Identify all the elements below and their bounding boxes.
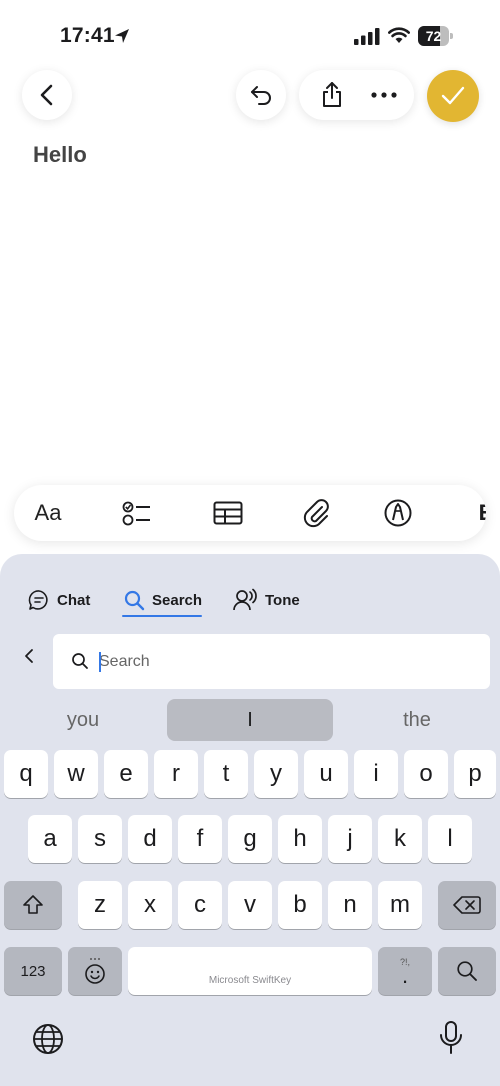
key-t[interactable]: t (204, 750, 248, 798)
search-icon (72, 653, 88, 669)
key-r[interactable]: r (154, 750, 198, 798)
actions-pill (299, 70, 414, 120)
key-g[interactable]: g (228, 815, 272, 863)
globe-icon[interactable] (31, 1022, 65, 1056)
key-w[interactable]: w (54, 750, 98, 798)
battery-indicator: 72 (418, 26, 453, 46)
key-i[interactable]: i (354, 750, 398, 798)
table-button[interactable] (206, 493, 250, 533)
status-bar: 17:41 72 (0, 0, 500, 72)
key-d[interactable]: d (128, 815, 172, 863)
backspace-icon (453, 896, 481, 914)
numbers-key[interactable]: 123 (4, 947, 62, 995)
text-style-button[interactable]: Aa (26, 493, 70, 533)
tab-search-label: Search (152, 591, 203, 609)
text-caret (99, 652, 101, 672)
key-o[interactable]: o (404, 750, 448, 798)
punctuation-key[interactable]: ?!, . (378, 947, 432, 995)
microphone-icon[interactable] (438, 1020, 464, 1056)
markup-button[interactable] (376, 493, 420, 533)
tab-chat[interactable]: Chat (28, 582, 90, 618)
emoji-icon (85, 958, 105, 984)
chat-bubble-icon (28, 590, 48, 610)
checklist-icon (122, 501, 150, 526)
key-n[interactable]: n (328, 881, 372, 929)
search-key[interactable] (438, 947, 496, 995)
key-c[interactable]: c (178, 881, 222, 929)
keyboard: Chat Search Tone you I the q w e r t (0, 554, 500, 1086)
key-u[interactable]: u (304, 750, 348, 798)
key-q[interactable]: q (4, 750, 48, 798)
shift-icon (23, 895, 43, 914)
undo-button[interactable] (236, 70, 286, 120)
key-v[interactable]: v (228, 881, 272, 929)
tab-chat-label: Chat (57, 591, 91, 609)
key-z[interactable]: z (78, 881, 122, 929)
search-icon (124, 590, 145, 610)
back-button[interactable] (22, 70, 72, 120)
battery-percent: 72 (425, 28, 442, 44)
key-j[interactable]: j (328, 815, 372, 863)
key-f[interactable]: f (178, 815, 222, 863)
cellular-signal-icon (354, 28, 380, 45)
undo-icon (251, 86, 271, 105)
key-l[interactable]: l (428, 815, 472, 863)
suggestion-2[interactable]: I (167, 699, 333, 741)
location-arrow-icon (115, 29, 129, 43)
status-time: 17:41 (60, 24, 115, 47)
formatting-toolbar: Aa E (14, 485, 486, 541)
backspace-key[interactable] (438, 881, 496, 929)
key-b[interactable]: b (278, 881, 322, 929)
share-button[interactable] (309, 70, 355, 120)
done-button[interactable] (427, 70, 479, 122)
space-key-label: Microsoft SwiftKey (208, 974, 292, 986)
search-input[interactable] (99, 634, 469, 689)
chevron-left-icon (40, 84, 53, 106)
search-box[interactable] (53, 634, 490, 689)
attach-button[interactable] (294, 493, 338, 533)
note-title[interactable]: Hello (33, 142, 87, 168)
markup-pen-icon (384, 499, 412, 527)
key-h[interactable]: h (278, 815, 322, 863)
space-key[interactable]: Microsoft SwiftKey (128, 947, 372, 995)
format-more-button[interactable]: E (464, 493, 486, 533)
key-m[interactable]: m (378, 881, 422, 929)
more-button[interactable] (361, 70, 407, 120)
paperclip-icon (303, 499, 329, 528)
tab-tone[interactable]: Tone (232, 582, 300, 618)
checklist-button[interactable] (115, 493, 159, 533)
share-icon (323, 82, 341, 107)
suggestion-3[interactable]: the (334, 699, 500, 741)
key-e[interactable]: e (104, 750, 148, 798)
shift-key[interactable] (4, 881, 62, 929)
tone-icon (233, 588, 257, 611)
emoji-key[interactable] (68, 947, 122, 995)
tab-search[interactable]: Search (124, 582, 202, 618)
key-x[interactable]: x (128, 881, 172, 929)
checkmark-icon (441, 86, 465, 105)
wifi-icon (388, 27, 410, 43)
search-back-button[interactable] (16, 642, 42, 670)
key-a[interactable]: a (28, 815, 72, 863)
key-y[interactable]: y (254, 750, 298, 798)
key-s[interactable]: s (78, 815, 122, 863)
key-p[interactable]: p (454, 750, 496, 798)
search-icon (457, 961, 477, 981)
chevron-left-icon (25, 649, 33, 663)
period-glyph: . (401, 963, 409, 988)
suggestion-1[interactable]: you (0, 699, 166, 741)
tab-tone-label: Tone (265, 591, 300, 609)
more-dots-icon (371, 92, 397, 98)
table-icon (213, 501, 243, 525)
key-k[interactable]: k (378, 815, 422, 863)
active-tab-indicator (122, 615, 202, 617)
